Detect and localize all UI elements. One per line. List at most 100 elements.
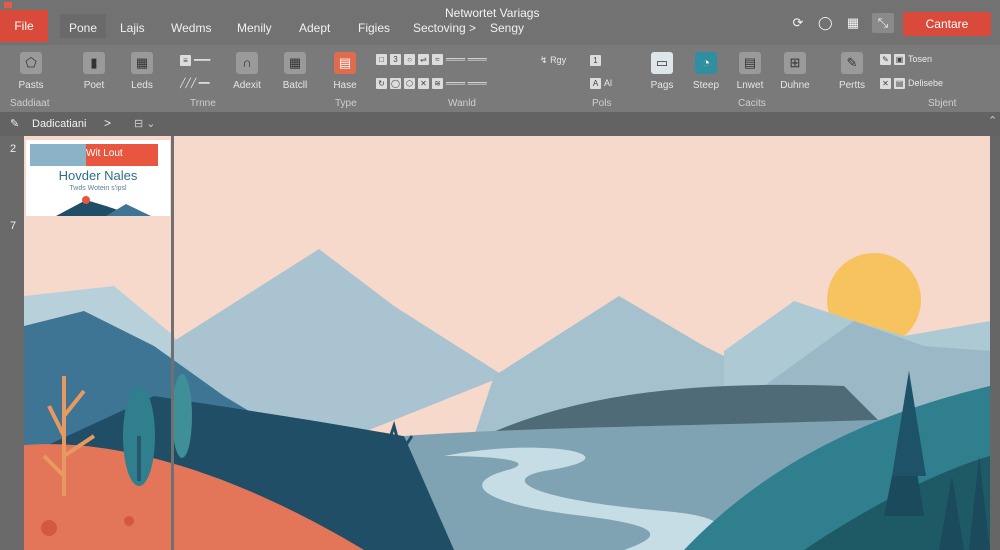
textbox-button[interactable]: ▤ Hase: [325, 52, 365, 91]
panel-title: Dadicatiani: [32, 118, 87, 130]
lnwet-button[interactable]: ▤ Lnwet: [732, 52, 768, 91]
paste-label: Pasts: [18, 80, 44, 91]
pin-icon[interactable]: ✎: [10, 117, 19, 130]
style-item[interactable]: ↯ Rgy: [540, 55, 566, 66]
paste-button[interactable]: ⬠ Pasts: [6, 52, 56, 91]
file-label: File: [14, 19, 34, 33]
group-label: Sbjent: [928, 98, 957, 109]
arrange-icon: ↯: [540, 55, 548, 65]
square-icon: □: [376, 54, 387, 66]
thumbnail-title: Hovder Nales: [58, 168, 138, 183]
cypress-tree: [172, 374, 192, 458]
group-label: Type: [335, 98, 357, 109]
tab-animations[interactable]: Adept: [299, 21, 330, 35]
puzzle-icon: ⊞: [784, 52, 806, 74]
slide-icon: ▮: [83, 52, 105, 74]
thumbnail-landscape: [26, 192, 170, 216]
oval-icon: ◯: [390, 78, 401, 90]
expand-icon[interactable]: ⤡: [872, 13, 894, 33]
group-label: Pols: [592, 98, 612, 109]
collapse-icon[interactable]: ⌃: [988, 114, 997, 127]
slide-number-column: [0, 136, 26, 550]
gauge-icon: ◔: [695, 52, 717, 74]
style-label: Rgy: [550, 55, 567, 65]
arrow-icon: ⇌: [418, 54, 429, 66]
pages-label: Pags: [650, 80, 674, 91]
slide-label: Poet: [83, 80, 105, 91]
document-title: Networtet Variags: [445, 6, 540, 20]
pages-button[interactable]: ▭ Pags: [644, 52, 680, 91]
group-label: Cacits: [738, 98, 766, 109]
headphones-icon: ∩: [236, 52, 258, 74]
font-color-item[interactable]: A Al: [590, 78, 613, 90]
chevron-right-icon[interactable]: >: [104, 116, 111, 130]
tab-design[interactable]: Wedms: [171, 21, 211, 35]
lnwet-label: Lnwet: [736, 80, 764, 91]
pen-icon: ✎: [841, 52, 863, 74]
group-label: Saddiaat: [10, 98, 50, 109]
zigzag-icon: ≋: [432, 78, 443, 90]
textbox-label: Hase: [333, 80, 357, 91]
slide-number: 7: [10, 220, 17, 232]
slide-thumbnail[interactable]: Wit Lout Hovder Nales Twds Wotein s'ipsl: [26, 140, 170, 216]
tab-home[interactable]: Pone: [60, 14, 106, 38]
tosen-item[interactable]: ✎ ▣ Tosen: [880, 54, 933, 66]
duhne-button[interactable]: ⊞ Duhne: [776, 52, 814, 91]
circle-icon: ○: [404, 54, 415, 66]
tab-view[interactable]: Sengy: [490, 21, 524, 35]
panel-divider[interactable]: [171, 136, 174, 550]
table-button[interactable]: ▦ Batcll: [276, 52, 314, 91]
group-label: Wanld: [448, 98, 476, 109]
refresh-icon: ↻: [376, 78, 387, 90]
font-row[interactable]: ≡ ━━━: [180, 55, 210, 67]
audio-label: Adexit: [233, 80, 261, 91]
thumbnail-subtitle: Twds Wotein s'ipsl: [69, 185, 127, 192]
file-tab[interactable]: File: [0, 2, 48, 42]
lasso-icon: ▤: [894, 78, 905, 90]
document-icon: ▤: [739, 52, 761, 74]
flower: [124, 516, 134, 526]
delisebe-label: Delisebe: [908, 78, 944, 88]
hexagon-icon: ⬡: [404, 78, 415, 90]
cross-icon: ✕: [418, 78, 429, 90]
audio-button[interactable]: ∩ Adexit: [227, 52, 267, 91]
font-color-label: Al: [604, 78, 613, 88]
tosen-label: Tosen: [908, 54, 933, 64]
share-icon[interactable]: ⟳: [791, 16, 805, 30]
para-row[interactable]: ╱╱╱ ━━: [180, 78, 210, 89]
tab-slideshow[interactable]: Figies: [358, 21, 390, 35]
steep-button[interactable]: ◔ Steep: [688, 52, 724, 91]
grid-icon: ▦: [131, 52, 153, 74]
steep-label: Steep: [692, 80, 720, 91]
group-label: Trnne: [190, 98, 216, 109]
layout-icon[interactable]: ▦: [846, 16, 860, 30]
cypress-trunk: [137, 436, 141, 481]
pentagon-icon: ⬠: [20, 52, 42, 74]
comment-icon[interactable]: ◯: [818, 16, 833, 30]
pertts-label: Pertts: [838, 80, 866, 91]
thumbnail-tag: Wit Lout: [86, 148, 123, 159]
monitor-icon: ▭: [651, 52, 673, 74]
layout-button[interactable]: ▦ Leds: [124, 52, 160, 91]
tab-insert[interactable]: Lajis: [120, 21, 145, 35]
number-icon: 3: [390, 54, 401, 66]
delisebe-item[interactable]: ✕ ▤ Delisebe: [880, 78, 944, 90]
cta-button[interactable]: Cantare: [903, 12, 991, 36]
tab-transitions[interactable]: Menily: [237, 21, 272, 35]
font-color-icon: A: [590, 78, 601, 90]
duhne-label: Duhne: [780, 80, 810, 91]
font-size-item[interactable]: 1: [590, 55, 604, 67]
pertts-button[interactable]: ✎ Pertts: [834, 52, 870, 91]
text-box-icon: ▤: [334, 52, 356, 74]
view-toggle-icon[interactable]: ⊟ ⌄: [134, 117, 156, 130]
eraser-icon: ✕: [880, 78, 891, 90]
select-icon: ▣: [894, 54, 905, 66]
tab-review[interactable]: Sectoving >: [413, 21, 476, 35]
shape-row-2[interactable]: ↻ ◯ ⬡ ✕ ≋ ═══ ═══: [376, 78, 487, 90]
shape-row-1[interactable]: □ 3 ○ ⇌ ≈ ═══ ═══: [376, 54, 487, 66]
canvas-scrollbar[interactable]: [990, 136, 1000, 550]
table-icon: ▦: [284, 52, 306, 74]
thumbnail-image: [30, 144, 86, 166]
wave-icon: ≈: [432, 54, 443, 66]
slide-button[interactable]: ▮ Poet: [76, 52, 112, 91]
